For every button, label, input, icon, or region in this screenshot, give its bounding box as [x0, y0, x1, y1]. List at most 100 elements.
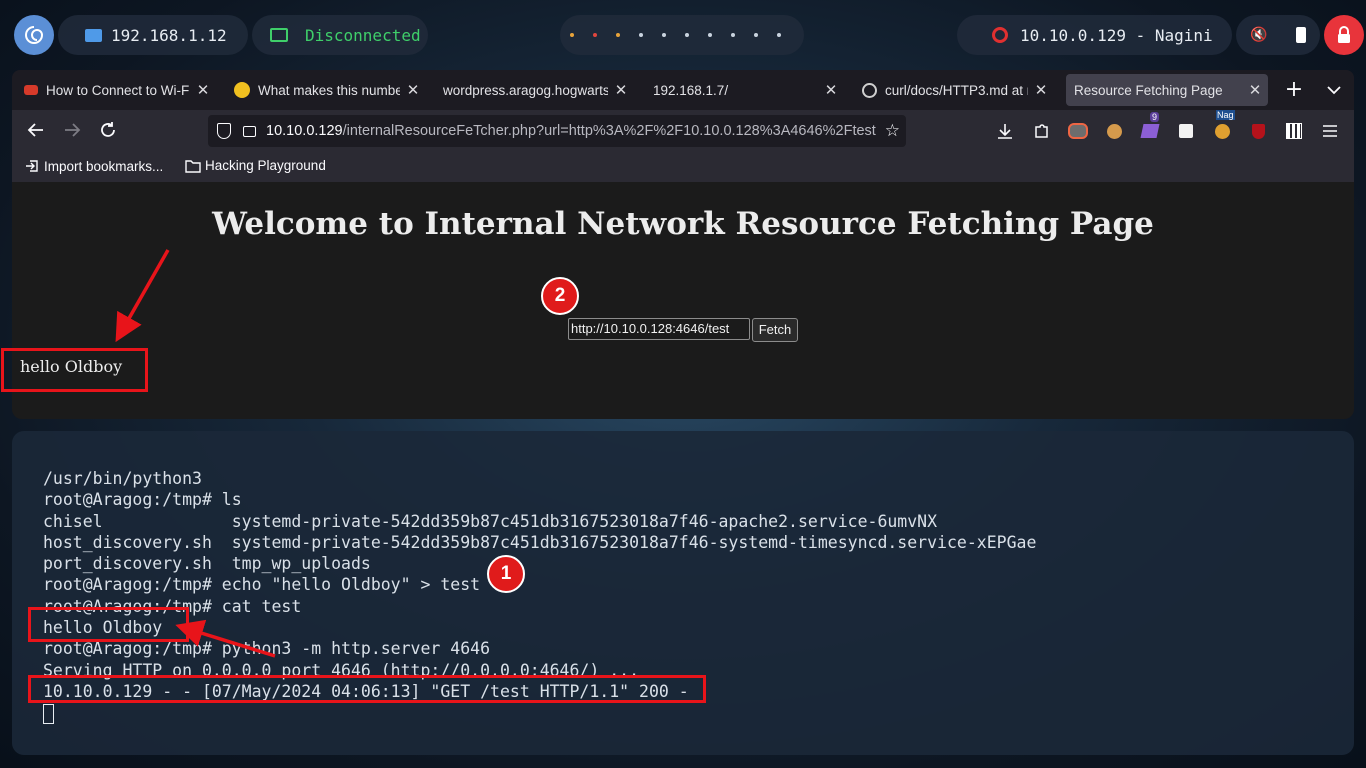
wappalyzer-icon[interactable]: 9: [1140, 112, 1160, 141]
terminal-prompt-line[interactable]: [43, 702, 1036, 724]
workspace-dot[interactable]: [730, 33, 735, 37]
page-title: Welcome to Internal Network Resource Fet…: [212, 206, 1154, 242]
step-badge-1: 1: [487, 555, 525, 593]
shield-icon[interactable]: [217, 123, 231, 139]
bookmark-star-icon[interactable]: ☆: [885, 121, 900, 141]
terminal-line: root@Aragog:/tmp# cat test: [43, 596, 302, 616]
workspace-dot[interactable]: [753, 33, 758, 37]
terminal-window[interactable]: /usr/bin/python3 root@Aragog:/tmp# ls ch…: [12, 431, 1354, 755]
volume-battery-widget[interactable]: 🔇: [1236, 15, 1320, 55]
tab-title: How to Connect to Wi-Fi: [46, 82, 190, 98]
nagini-extension-icon[interactable]: Nag: [1212, 110, 1235, 141]
workspace-dots: [560, 33, 790, 37]
target-label: 10.10.0.129 - Nagini: [1020, 25, 1213, 45]
ublock-icon[interactable]: [1248, 121, 1268, 141]
extension-label: Nag: [1216, 110, 1235, 120]
hubspot-icon: [24, 85, 38, 95]
local-ip-widget[interactable]: 192.168.1.12: [58, 15, 248, 55]
qr-code-icon[interactable]: [1284, 121, 1304, 141]
url-path: /internalResourceFeTcher.php?url=http%3A…: [342, 123, 876, 139]
close-tab-icon[interactable]: ✕: [1034, 81, 1048, 99]
workspace-dot[interactable]: [776, 33, 781, 37]
reload-button[interactable]: [96, 120, 120, 142]
step-badge-2: 2: [541, 277, 579, 315]
chevron-down-icon: [1327, 86, 1341, 95]
monitor-icon: [85, 28, 102, 42]
bookmark-label: Hacking Playground: [205, 158, 326, 173]
forward-arrow-icon: [65, 123, 81, 137]
workspace-dot[interactable]: [661, 33, 666, 37]
tab-number[interactable]: What makes this number ✕: [226, 74, 426, 106]
muted-speaker-icon[interactable]: 🔇: [1250, 27, 1267, 43]
workspace-dot[interactable]: [707, 33, 712, 37]
extensions-puzzle-icon[interactable]: [1032, 121, 1052, 141]
user-agent-icon[interactable]: [1176, 121, 1196, 141]
vpn-status-label: Disconnected: [305, 25, 421, 45]
terminal-line: root@Aragog:/tmp# echo "hello Oldboy" > …: [43, 575, 481, 595]
close-tab-icon[interactable]: ✕: [1248, 81, 1262, 99]
local-ip-label: 192.168.1.12: [111, 25, 227, 45]
close-tab-icon[interactable]: ✕: [614, 81, 628, 99]
tab-title: 192.168.1.7/: [653, 82, 729, 98]
close-tab-icon[interactable]: ✕: [196, 81, 210, 99]
list-all-tabs-button[interactable]: [1322, 78, 1346, 102]
new-tab-button[interactable]: +: [1282, 78, 1306, 102]
rocket-icon: [234, 82, 250, 98]
bookmark-folder-hacking[interactable]: Hacking Playground: [185, 158, 326, 173]
terminal-line: chisel systemd-private-542dd359b87c451db…: [43, 511, 938, 531]
tab-192-168-1-7[interactable]: 192.168.1.7/ ✕: [644, 74, 844, 106]
target-crosshair-icon: [992, 27, 1008, 43]
tab-title: What makes this number: [258, 82, 400, 98]
cookie-icon[interactable]: [1104, 121, 1124, 141]
tab-wifi-guide[interactable]: How to Connect to Wi-Fi ✕: [16, 74, 216, 106]
workspace-dot[interactable]: [569, 33, 574, 37]
bookmark-import[interactable]: Import bookmarks...: [24, 158, 163, 174]
url-host: 10.10.0.129: [266, 123, 343, 139]
swirl-logo-icon: [25, 26, 44, 44]
insecure-lock-icon[interactable]: [243, 125, 256, 137]
tab-strip: How to Connect to Wi-Fi ✕ What makes thi…: [12, 70, 1354, 110]
firefox-window: How to Connect to Wi-Fi ✕ What makes thi…: [12, 70, 1354, 419]
annotation-box-cat-output: [28, 607, 189, 642]
workspace-switcher[interactable]: [560, 15, 804, 55]
address-bar[interactable]: 10.10.0.129 /internalResourceFeTcher.php…: [208, 115, 906, 147]
lock-icon: [1338, 26, 1350, 43]
terminal-line: port_discovery.sh tmp_wp_uploads: [43, 554, 371, 574]
navigation-toolbar: 10.10.0.129 /internalResourceFeTcher.php…: [12, 110, 1354, 152]
close-tab-icon[interactable]: ✕: [824, 81, 838, 99]
tab-wordpress[interactable]: wordpress.aragog.hogwarts ✕: [434, 74, 634, 106]
tab-curl-docs[interactable]: curl/docs/HTTP3.md at m ✕: [854, 74, 1054, 106]
terminal-line: root@Aragog:/tmp# ls: [43, 490, 242, 510]
web-page-content: Welcome to Internal Network Resource Fet…: [12, 182, 1354, 419]
back-arrow-icon: [27, 123, 43, 137]
annotation-box-access-log: [28, 675, 706, 703]
vpn-status-widget[interactable]: Disconnected: [252, 15, 428, 55]
system-menu-button[interactable]: [14, 15, 54, 55]
fetch-button[interactable]: Fetch: [752, 318, 798, 342]
terminal-line: /usr/bin/python3: [43, 469, 202, 488]
target-widget[interactable]: 10.10.0.129 - Nagini: [957, 15, 1232, 55]
forward-button[interactable]: [60, 120, 84, 142]
tab-title: curl/docs/HTTP3.md at m: [885, 82, 1028, 98]
fetch-url-input[interactable]: http://10.10.0.128:4646/test: [568, 318, 750, 340]
workspace-dot[interactable]: [615, 33, 620, 37]
terminal-line: hello Oldboy: [43, 618, 163, 638]
reload-icon: [101, 122, 115, 137]
tab-title: wordpress.aragog.hogwarts: [443, 82, 608, 98]
terminal-cursor: [43, 703, 54, 724]
back-button[interactable]: [24, 120, 48, 142]
workspace-dot[interactable]: [684, 33, 689, 37]
workspace-dot[interactable]: [592, 33, 597, 37]
lock-screen-button[interactable]: [1324, 15, 1364, 55]
downloads-icon[interactable]: [995, 121, 1015, 141]
hamburger-menu-icon[interactable]: [1320, 121, 1340, 141]
tab-resource-fetching[interactable]: Resource Fetching Page ✕: [1066, 74, 1268, 106]
laptop-icon: [270, 28, 288, 42]
close-tab-icon[interactable]: ✕: [406, 81, 420, 99]
extension-badge: 9: [1150, 112, 1160, 122]
workspace-dot[interactable]: [638, 33, 643, 37]
terminal-line: root@Aragog:/tmp# python3 -m http.server…: [43, 639, 491, 659]
folder-icon: [185, 159, 201, 173]
bookmark-label: Import bookmarks...: [44, 158, 164, 174]
foxyproxy-icon[interactable]: [1068, 121, 1088, 141]
